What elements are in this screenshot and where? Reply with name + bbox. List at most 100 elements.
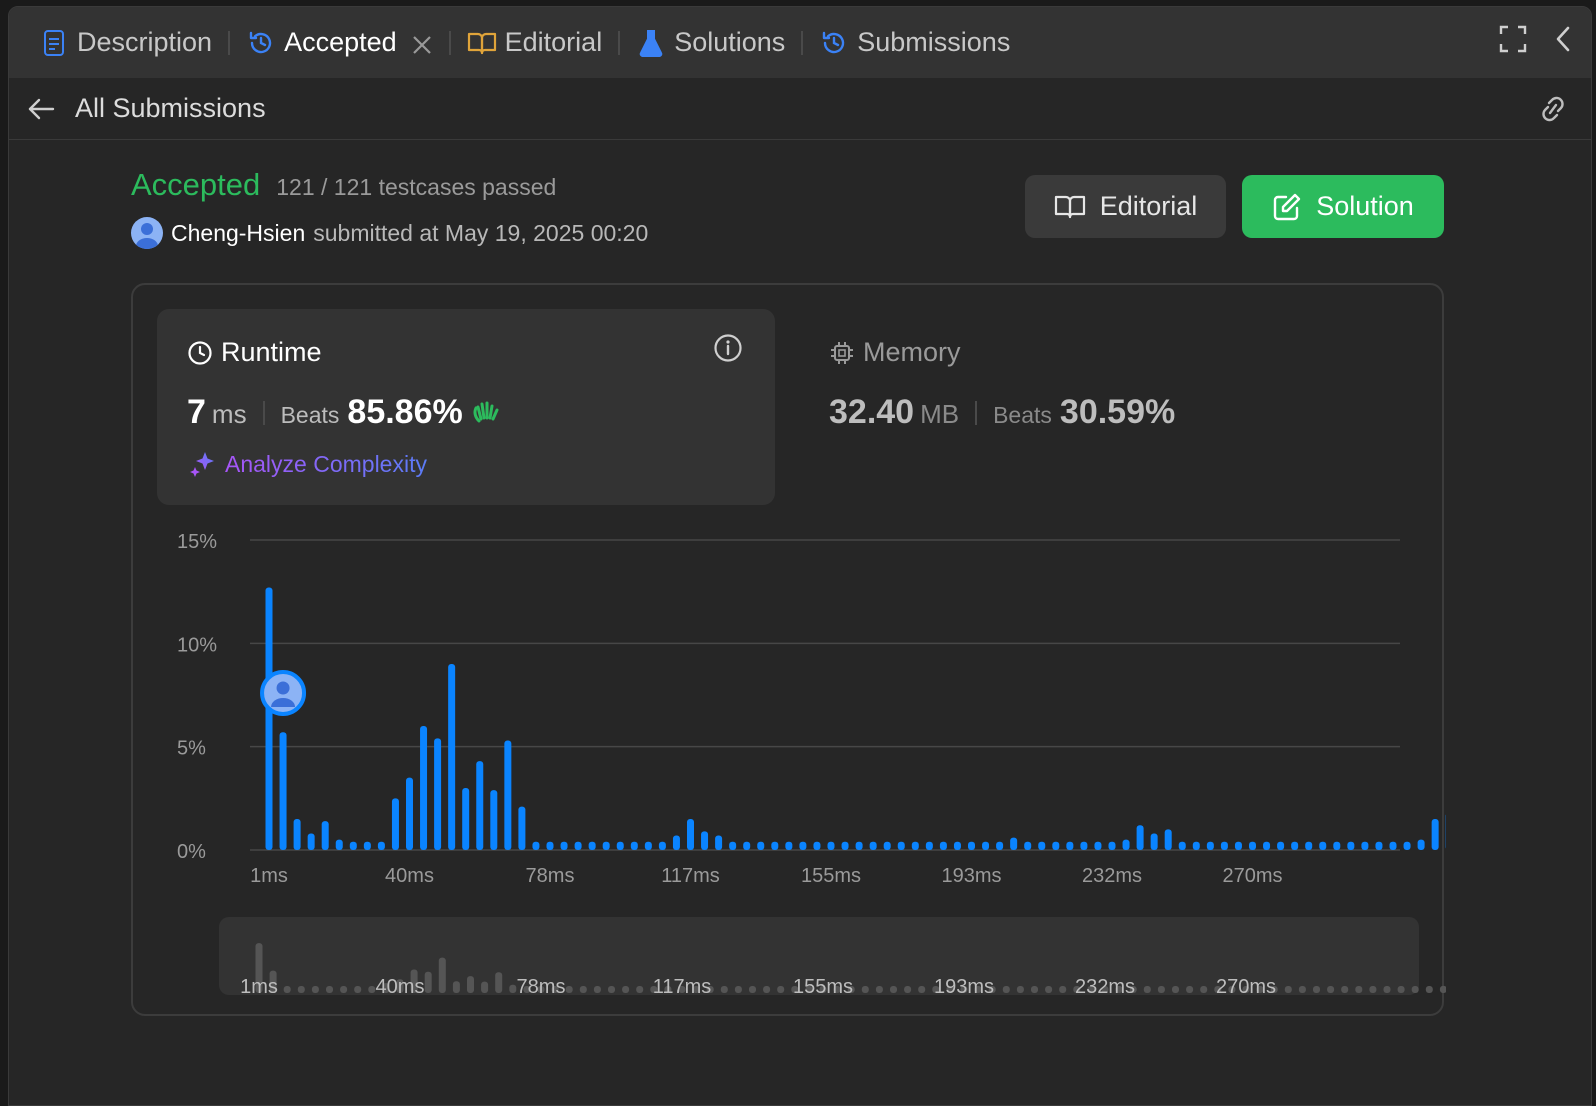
chart-bar[interactable] [1263, 842, 1270, 850]
chart-bar[interactable] [1333, 842, 1340, 850]
chart-bar[interactable] [1305, 842, 1312, 850]
chart-bar[interactable] [266, 588, 273, 850]
chart-bar[interactable] [743, 842, 750, 850]
chart-bar[interactable] [504, 740, 511, 850]
chart-bar[interactable] [1080, 842, 1087, 850]
chart-bar[interactable] [673, 836, 680, 850]
chart-bar[interactable] [968, 842, 975, 850]
chart-bar[interactable] [715, 836, 722, 850]
chart-bar[interactable] [392, 798, 399, 850]
chart-bar[interactable] [1235, 842, 1242, 850]
chart-bar[interactable] [1109, 842, 1116, 850]
chart-bar[interactable] [561, 842, 568, 850]
chart-bar[interactable] [1024, 842, 1031, 850]
chart-bar[interactable] [547, 842, 554, 850]
chart-bar[interactable] [926, 842, 933, 850]
chart-bar[interactable] [645, 842, 652, 850]
chart-bar[interactable] [1249, 842, 1256, 850]
chart-bar[interactable] [771, 842, 778, 850]
tab-accepted[interactable]: Accepted [238, 23, 441, 63]
chart-bar[interactable] [420, 726, 427, 850]
chart-bar[interactable] [912, 842, 919, 850]
chart-bar[interactable] [729, 842, 736, 850]
chart-bar[interactable] [1038, 842, 1045, 850]
chart-bar[interactable] [940, 842, 947, 850]
tab-editorial[interactable]: Editorial [459, 23, 611, 63]
chart-bar[interactable] [589, 842, 596, 850]
chart-bar[interactable] [1291, 842, 1298, 850]
chart-bar[interactable] [575, 842, 582, 850]
chart-bar[interactable] [1193, 842, 1200, 850]
chart-bar[interactable] [280, 732, 287, 850]
chart-bar[interactable] [898, 842, 905, 850]
chart-bar[interactable] [322, 821, 329, 850]
chart-bar[interactable] [1432, 819, 1439, 850]
chart-bar[interactable] [364, 842, 371, 850]
chart-bar[interactable] [294, 819, 301, 850]
link-icon[interactable] [1535, 94, 1571, 124]
chart-bar[interactable] [757, 842, 764, 850]
memory-card-title[interactable]: Memory [829, 337, 961, 368]
chart-bar[interactable] [856, 842, 863, 850]
chart-bar[interactable] [1277, 842, 1284, 850]
chart-bar[interactable] [434, 738, 441, 850]
chart-bar[interactable] [701, 831, 708, 850]
chart-bar[interactable] [490, 790, 497, 850]
chart-bar[interactable] [1221, 842, 1228, 850]
chart-bar[interactable] [448, 664, 455, 850]
chart-bar[interactable] [1418, 840, 1425, 850]
chart-bar[interactable] [1165, 829, 1172, 850]
chart-bar[interactable] [1207, 842, 1214, 850]
chart-bar[interactable] [828, 842, 835, 850]
solution-button[interactable]: Solution [1242, 175, 1444, 238]
chart-bar[interactable] [336, 840, 343, 850]
editorial-button[interactable]: Editorial [1025, 175, 1226, 238]
chart-bar[interactable] [476, 761, 483, 850]
chart-bar[interactable] [884, 842, 891, 850]
chart-bar[interactable] [617, 842, 624, 850]
chart-bar[interactable] [1137, 825, 1144, 850]
tab-description[interactable]: Description [31, 23, 220, 63]
chart-bar[interactable] [1123, 840, 1130, 850]
chart-bar[interactable] [1404, 842, 1411, 850]
all-submissions-link[interactable]: All Submissions [75, 93, 266, 124]
chart-bar[interactable] [308, 833, 315, 850]
chart-bar[interactable] [378, 842, 385, 850]
chart-bar[interactable] [350, 842, 357, 850]
chart-bar[interactable] [954, 842, 961, 850]
author-name[interactable]: Cheng-Hsien [171, 220, 305, 247]
chart-bar[interactable] [1319, 842, 1326, 850]
chart-bar[interactable] [1347, 842, 1354, 850]
chart-bar[interactable] [1179, 842, 1186, 850]
collapse-icon[interactable] [1553, 25, 1573, 58]
close-icon[interactable] [411, 32, 433, 54]
chart-bar[interactable] [870, 842, 877, 850]
chart-bar[interactable] [996, 842, 1003, 850]
chart-bar[interactable] [1361, 842, 1368, 850]
chart-bar[interactable] [532, 842, 539, 850]
tab-solutions[interactable]: Solutions [628, 23, 793, 63]
chart-bar[interactable] [603, 842, 610, 850]
chart-bar[interactable] [687, 819, 694, 850]
chart-bar[interactable] [1094, 842, 1101, 850]
back-arrow-icon[interactable] [27, 95, 55, 123]
chart-bar[interactable] [785, 842, 792, 850]
tab-submissions[interactable]: Submissions [811, 23, 1018, 63]
avatar[interactable] [131, 217, 163, 249]
chart-bar[interactable] [518, 807, 525, 850]
chart-bar[interactable] [1052, 842, 1059, 850]
chart-bar[interactable] [659, 842, 666, 850]
chart-bar[interactable] [813, 842, 820, 850]
info-icon[interactable] [713, 333, 743, 368]
chart-bar[interactable] [406, 778, 413, 850]
runtime-card[interactable]: Runtime 7 ms Beats 85.86% Analyze Comple… [157, 309, 775, 505]
chart-bar[interactable] [1010, 838, 1017, 850]
chart-bar[interactable] [982, 842, 989, 850]
chart-bar[interactable] [1375, 842, 1382, 850]
chart-bar[interactable] [462, 788, 469, 850]
fullscreen-icon[interactable] [1499, 25, 1527, 58]
chart-bar[interactable] [842, 842, 849, 850]
chart-bar[interactable] [1151, 833, 1158, 850]
chart-bar[interactable] [1390, 842, 1397, 850]
chart-bar[interactable] [1066, 842, 1073, 850]
